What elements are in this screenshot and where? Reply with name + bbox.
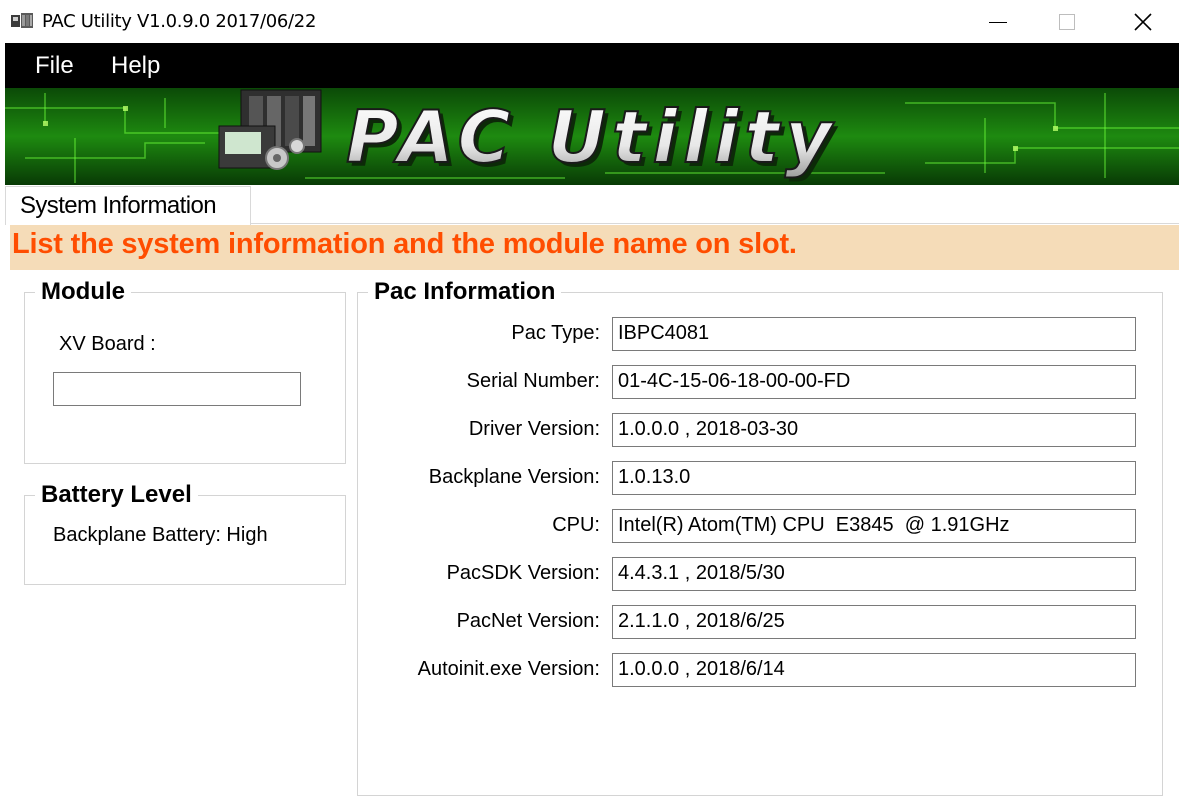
pacnet-version-value: 2.1.1.0 , 2018/6/25 bbox=[618, 610, 785, 632]
module-group-title: Module bbox=[35, 278, 131, 306]
autoinit-version-label: Autoinit.exe Version: bbox=[417, 658, 600, 680]
app-icon bbox=[10, 12, 34, 30]
cpu-field[interactable]: Intel(R) Atom(TM) CPU E3845 @ 1.91GHz bbox=[612, 509, 1136, 543]
maximize-icon bbox=[1059, 13, 1075, 30]
tab-system-information[interactable]: System Information bbox=[5, 186, 251, 225]
battery-level-group: Battery Level Backplane Battery: High bbox=[24, 481, 346, 585]
minimize-icon bbox=[989, 21, 1007, 24]
autoinit-version-value: 1.0.0.0 , 2018/6/14 bbox=[618, 658, 785, 680]
close-icon bbox=[1134, 12, 1152, 31]
window-title: PAC Utility V1.0.9.0 2017/06/22 bbox=[42, 11, 317, 32]
driver-version-label: Driver Version: bbox=[468, 418, 600, 440]
pac-type-value: IBPC4081 bbox=[618, 322, 710, 344]
title-bar: PAC Utility V1.0.9.0 2017/06/22 bbox=[0, 0, 1179, 43]
maximize-button[interactable] bbox=[1044, 0, 1090, 43]
description-text: List the system information and the modu… bbox=[12, 228, 797, 260]
pacsdk-version-label: PacSDK Version: bbox=[446, 562, 600, 584]
serial-number-label: Serial Number: bbox=[466, 370, 600, 392]
backplane-version-value: 1.0.13.0 bbox=[618, 466, 691, 488]
tab-label: System Information bbox=[20, 192, 217, 219]
battery-level-title: Battery Level bbox=[35, 481, 198, 509]
driver-version-field[interactable]: 1.0.0.0 , 2018-03-30 bbox=[612, 413, 1136, 447]
tab-strip: System Information bbox=[5, 185, 1179, 225]
module-group: Module XV Board : bbox=[24, 278, 346, 464]
xv-board-field[interactable] bbox=[53, 372, 301, 406]
pac-type-field[interactable]: IBPC4081 bbox=[612, 317, 1136, 351]
tab-divider bbox=[251, 223, 1179, 224]
cpu-label: CPU: bbox=[552, 514, 600, 536]
description-strip: List the system information and the modu… bbox=[10, 225, 1179, 270]
backplane-version-field[interactable]: 1.0.13.0 bbox=[612, 461, 1136, 495]
pacsdk-version-field[interactable]: 4.4.3.1 , 2018/5/30 bbox=[612, 557, 1136, 591]
backplane-version-label: Backplane Version: bbox=[428, 466, 600, 488]
cpu-value: Intel(R) Atom(TM) CPU E3845 @ 1.91GHz bbox=[618, 514, 1010, 536]
pacnet-version-field[interactable]: 2.1.1.0 , 2018/6/25 bbox=[612, 605, 1136, 639]
pac-type-label: Pac Type: bbox=[511, 322, 600, 344]
autoinit-version-field[interactable]: 1.0.0.0 , 2018/6/14 bbox=[612, 653, 1136, 687]
pacsdk-version-value: 4.4.3.1 , 2018/5/30 bbox=[618, 562, 785, 584]
pac-information-title: Pac Information bbox=[368, 278, 562, 306]
circuit-board-graphic: PAC Utility PAC Utility bbox=[5, 88, 1179, 185]
menu-help[interactable]: Help bbox=[111, 52, 160, 80]
minimize-button[interactable] bbox=[975, 0, 1021, 43]
pacnet-version-label: PacNet Version: bbox=[456, 610, 600, 632]
serial-number-value: 01-4C-15-06-18-00-00-FD bbox=[618, 370, 851, 392]
pac-information-group: Pac Information Pac Type: IBPC4081 Seria… bbox=[357, 278, 1163, 796]
serial-number-field[interactable]: 01-4C-15-06-18-00-00-FD bbox=[612, 365, 1136, 399]
xv-board-label: XV Board : bbox=[59, 333, 156, 355]
menu-file[interactable]: File bbox=[35, 52, 74, 80]
driver-version-value: 1.0.0.0 , 2018-03-30 bbox=[618, 418, 799, 440]
menu-bar: File Help bbox=[5, 43, 1179, 88]
close-button[interactable] bbox=[1120, 0, 1166, 43]
pac-utility-banner: PAC Utility PAC Utility bbox=[5, 88, 1179, 185]
backplane-battery-status: Backplane Battery: High bbox=[53, 524, 268, 546]
banner-text: PAC Utility bbox=[346, 95, 838, 179]
